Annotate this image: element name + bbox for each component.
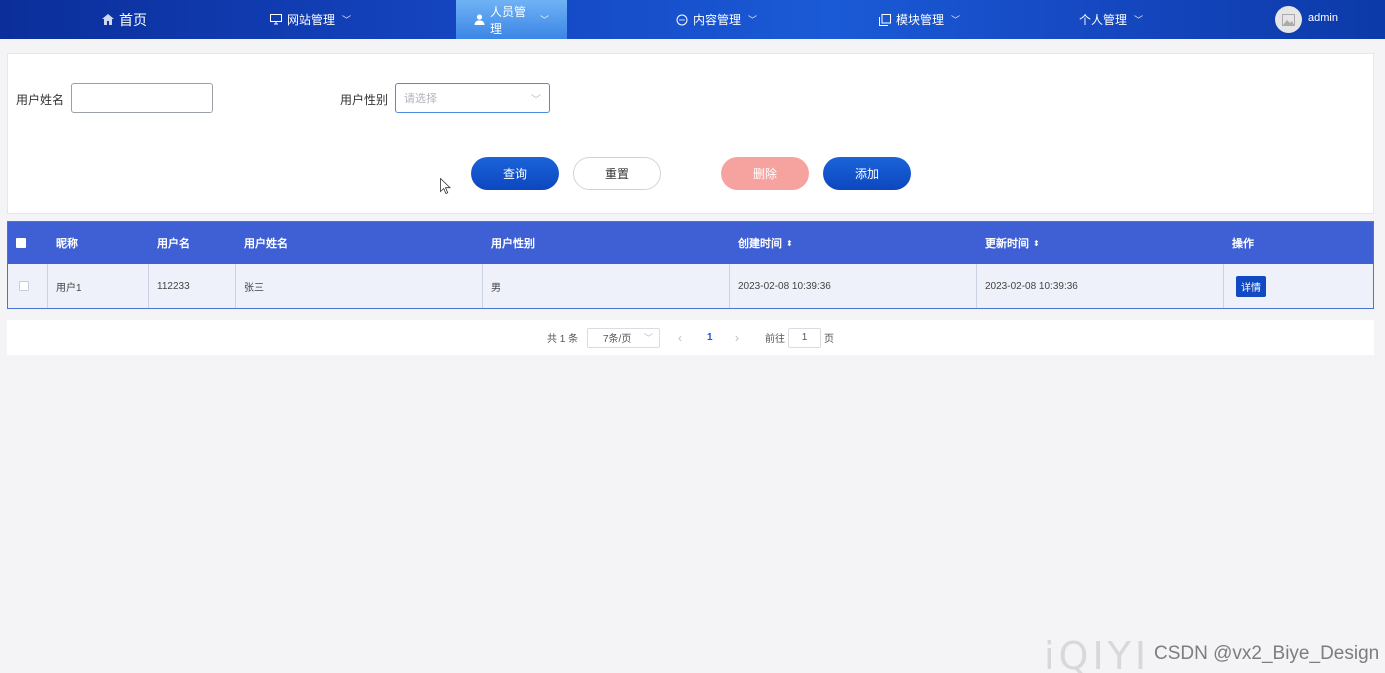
table-header: 昵称 用户名 用户姓名 用户性别 创建时间 ⬍ 更新时间 ⬍ 操作	[8, 222, 1373, 264]
current-page[interactable]: 1	[707, 320, 713, 355]
nav-content-label: 内容管理	[693, 13, 742, 27]
select-all-checkbox[interactable]	[16, 238, 26, 248]
goto-prefix: 前往	[765, 334, 785, 345]
col-action: 操作	[1232, 238, 1254, 250]
page-size-select[interactable]: 7条/页 ﹀	[587, 327, 660, 348]
search-panel: 用户姓名 用户性别 请选择 ﹀ 查询 重置 删除 添加	[7, 53, 1374, 214]
col-realname: 用户姓名	[244, 238, 288, 250]
gender-select[interactable]: 请选择 ﹀	[395, 83, 550, 113]
iqiyi-watermark-logo: iQIYI	[1044, 634, 1151, 673]
top-nav: 首页 网站管理 ﹀ 人员管理 ﹀ 内容管理 ﹀ 模块管理 ﹀ 个人管理 ﹀ ad	[0, 0, 1385, 39]
pagination: 共 1 条 7条/页 ﹀ ‹ 1 › 前往 1 页	[7, 320, 1374, 355]
gender-label: 用户性别	[340, 93, 389, 107]
page-size-value: 7条/页	[603, 334, 632, 345]
cell-gender: 男	[483, 264, 730, 308]
chevron-down-icon: ﹀	[539, 15, 549, 25]
image-icon	[1282, 13, 1295, 26]
gender-placeholder: 请选择	[404, 93, 437, 105]
nav-personnel-management[interactable]: 人员管理 ﹀	[456, 0, 567, 39]
col-username: 用户名	[157, 238, 190, 250]
reset-button[interactable]: 重置	[573, 157, 661, 190]
row-checkbox[interactable]	[19, 281, 29, 291]
nav-module-label: 模块管理	[896, 13, 945, 27]
query-button[interactable]: 查询	[471, 157, 559, 190]
sort-icon[interactable]: ⬍	[1033, 239, 1040, 248]
nav-personal-management[interactable]: 个人管理 ﹀	[1079, 0, 1143, 39]
cell-created: 2023-02-08 10:39:36	[730, 264, 977, 308]
home-icon	[102, 14, 114, 25]
nav-personnel-label: 人员管理	[490, 4, 527, 36]
delete-button[interactable]: 删除	[721, 157, 809, 190]
cell-action: 详情	[1224, 264, 1373, 308]
monitor-icon	[270, 14, 282, 25]
user-table: 昵称 用户名 用户姓名 用户性别 创建时间 ⬍ 更新时间 ⬍ 操作 用户1 11…	[7, 221, 1374, 309]
name-input[interactable]	[71, 83, 213, 113]
col-created-label: 创建时间	[738, 238, 782, 250]
nav-content-management[interactable]: 内容管理 ﹀	[676, 0, 757, 39]
cell-nickname: 用户1	[48, 264, 149, 308]
col-nickname: 昵称	[56, 238, 78, 250]
name-label: 用户姓名	[16, 93, 65, 107]
cell-updated: 2023-02-08 10:39:36	[977, 264, 1224, 308]
username[interactable]: admin	[1308, 12, 1338, 24]
chevron-down-icon: ﹀	[531, 94, 541, 106]
detail-button[interactable]: 详情	[1236, 275, 1266, 297]
csdn-watermark: CSDN @vx2_Biye_Design	[1154, 643, 1380, 664]
page-size-wrap: 7条/页 ﹀	[587, 320, 660, 355]
cell-username: 112233	[149, 264, 236, 308]
col-created[interactable]: 创建时间 ⬍	[738, 222, 793, 264]
nav-personal-label: 个人管理	[1079, 13, 1128, 27]
copy-icon	[879, 13, 891, 26]
sort-icon[interactable]: ⬍	[786, 239, 793, 248]
cell-realname: 张三	[236, 264, 483, 308]
goto-suffix: 页	[824, 334, 834, 345]
user-icon	[474, 14, 485, 25]
chat-icon	[676, 14, 688, 26]
prev-page-icon[interactable]: ‹	[678, 320, 682, 355]
chevron-down-icon: ﹀	[643, 333, 653, 343]
next-page-icon[interactable]: ›	[735, 320, 739, 355]
chevron-down-icon: ﹀	[951, 15, 961, 25]
mouse-cursor-icon	[440, 178, 451, 194]
col-gender: 用户性别	[491, 238, 535, 250]
pager-total: 共 1 条	[547, 334, 579, 345]
col-updated[interactable]: 更新时间 ⬍	[985, 222, 1040, 264]
nav-module-management[interactable]: 模块管理 ﹀	[879, 0, 960, 39]
add-button[interactable]: 添加	[823, 157, 911, 190]
nav-home-label: 首页	[119, 11, 147, 28]
goto-wrap: 1	[788, 320, 821, 355]
goto-page-input[interactable]: 1	[788, 327, 821, 348]
chevron-down-icon: ﹀	[1134, 15, 1144, 25]
avatar[interactable]	[1275, 6, 1302, 33]
nav-website-label: 网站管理	[287, 13, 336, 27]
chevron-down-icon: ﹀	[748, 15, 758, 25]
table-row: 用户1 112233 张三 男 2023-02-08 10:39:36 2023…	[8, 264, 1373, 308]
nav-home[interactable]: 首页	[102, 0, 147, 39]
row-checkbox-cell	[8, 264, 48, 308]
col-updated-label: 更新时间	[985, 238, 1029, 250]
nav-website-management[interactable]: 网站管理 ﹀	[270, 0, 351, 39]
chevron-down-icon: ﹀	[342, 15, 352, 25]
